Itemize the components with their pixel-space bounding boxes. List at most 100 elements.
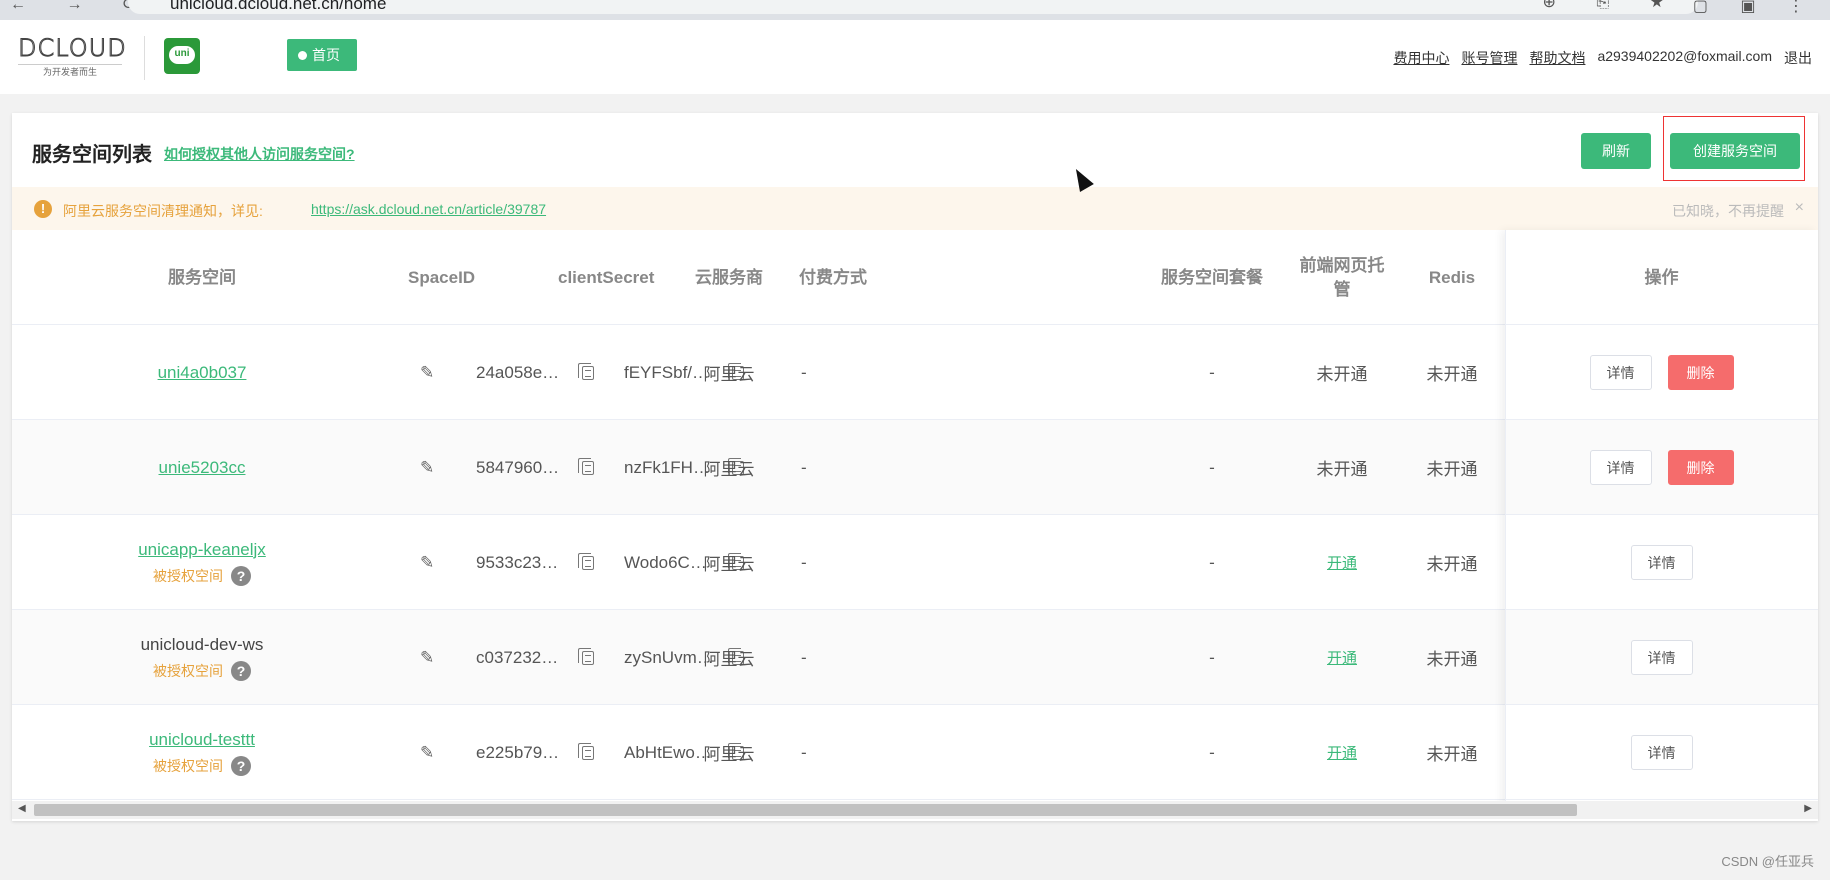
detail-button[interactable]: 详情: [1630, 640, 1693, 675]
scrollbar-thumb[interactable]: [34, 804, 1577, 816]
edit-icon[interactable]: ✎: [420, 553, 434, 573]
scroll-right-icon[interactable]: ▶: [1804, 803, 1812, 814]
site-header: DCLOUD 为开发者而生 uni 首页 费用中心 账号管理 帮助文档 a293…: [0, 20, 1830, 94]
redis-status: 未开通: [1426, 555, 1478, 574]
row-actions: 详情 删除: [1505, 325, 1818, 420]
table-row: unicapp-keaneljx 被授权空间? ✎ 9533c23… Wodo6C… 阿里…: [12, 515, 1818, 610]
copy-icon[interactable]: [578, 647, 594, 665]
service-space-card: 服务空间列表 如何授权其他人访问服务空间? 刷新 创建服务空间 ! 阿里云服务空…: [12, 113, 1818, 821]
dcloud-logo[interactable]: DCLOUD 为开发者而生: [18, 34, 128, 78]
package: -: [1209, 647, 1215, 667]
space-name-cell: uni4a0b037: [158, 363, 247, 383]
payment-method: -: [801, 457, 807, 477]
top-links: 费用中心 账号管理 帮助文档 a2939402202@foxmail.com 退…: [1393, 48, 1812, 68]
uni-logo-text: uni: [174, 48, 190, 59]
header-redis: Redis: [1428, 267, 1476, 287]
notice-dismiss[interactable]: 已知晓，不再提醒: [1672, 201, 1784, 221]
provider: 阿里云: [703, 555, 755, 574]
edit-icon[interactable]: ✎: [420, 363, 434, 383]
dot-icon: [298, 51, 307, 60]
notice-link[interactable]: https://ask.dcloud.net.cn/article/39787: [311, 201, 546, 217]
header-provider: 云服务商: [695, 267, 763, 287]
edit-icon[interactable]: ✎: [420, 458, 434, 478]
nav-home-label: 首页: [312, 47, 340, 63]
dcloud-logo-text: DCLOUD: [18, 34, 127, 63]
link-billing-center[interactable]: 费用中心: [1393, 48, 1449, 68]
copy-icon[interactable]: [578, 362, 594, 380]
space-name-cell: unicloud-testtt 被授权空间?: [149, 730, 255, 776]
detail-button[interactable]: 详情: [1589, 355, 1652, 390]
link-account-management[interactable]: 账号管理: [1461, 48, 1517, 68]
create-service-space-button[interactable]: 创建服务空间: [1670, 133, 1800, 169]
detail-button[interactable]: 详情: [1630, 545, 1693, 580]
package: -: [1209, 457, 1215, 477]
authorized-space-label: 被授权空间: [153, 567, 223, 584]
provider: 阿里云: [703, 650, 755, 669]
nav-home[interactable]: 首页: [287, 39, 357, 71]
space-name[interactable]: unicapp-keaneljx: [138, 540, 266, 560]
row-actions: 详情: [1505, 705, 1818, 800]
cleanup-notice: ! 阿里云服务空间清理通知，详见: https://ask.dcloud.net…: [12, 187, 1818, 230]
provider: 阿里云: [703, 460, 755, 479]
scroll-left-icon[interactable]: ◀: [18, 803, 26, 814]
header-hosting: 前端网页托管: [1299, 255, 1385, 299]
refresh-button[interactable]: 刷新: [1581, 133, 1651, 169]
close-icon[interactable]: ×: [1795, 199, 1804, 217]
redis-status: 未开通: [1426, 460, 1478, 479]
redis-status: 未开通: [1426, 650, 1478, 669]
provider: 阿里云: [703, 745, 755, 764]
uni-logo[interactable]: uni: [164, 38, 200, 74]
row-actions: 详情 删除: [1505, 420, 1818, 515]
table-row: unie5203cc ✎ 5847960… nzFk1FH… 阿里云 - - 未开通 未开通 详情…: [12, 420, 1818, 515]
table-row: unicloud-dev-ws 被授权空间? ✎ c037232… zySnUvm… 阿里…: [12, 610, 1818, 705]
copy-icon[interactable]: [578, 552, 594, 570]
hosting-open-link[interactable]: 开通: [1327, 647, 1357, 668]
detail-button[interactable]: 详情: [1630, 735, 1693, 770]
space-id: c037232…: [476, 647, 559, 667]
logo-divider: [144, 36, 145, 80]
detail-button[interactable]: 详情: [1589, 450, 1652, 485]
payment-method: -: [801, 742, 807, 762]
dcloud-slogan: 为开发者而生: [18, 64, 122, 78]
browser-toolbar: ← → ⟳ unicloud.dcloud.net.cn/home ⊕ ⎘ ★ …: [0, 0, 1830, 20]
hosting-open-link[interactable]: 开通: [1327, 552, 1357, 573]
authorized-space-tag: 被授权空间?: [153, 660, 251, 681]
question-icon[interactable]: ?: [231, 565, 251, 586]
authorize-help-link[interactable]: 如何授权其他人访问服务空间?: [164, 144, 355, 164]
address-text[interactable]: unicloud.dcloud.net.cn/home: [170, 0, 386, 14]
hosting-open-link[interactable]: 开通: [1327, 742, 1357, 763]
space-name-cell: unicloud-dev-ws 被授权空间?: [141, 635, 263, 681]
horizontal-scrollbar[interactable]: ◀ ▶: [12, 801, 1818, 819]
question-icon[interactable]: ?: [231, 755, 251, 776]
authorized-space-tag: 被授权空间?: [153, 565, 251, 586]
payment-method: -: [801, 552, 807, 572]
logout-link[interactable]: 退出: [1784, 48, 1812, 68]
address-bar-icons[interactable]: ⊕ ⎘ ★: [1543, 0, 1682, 12]
edit-icon[interactable]: ✎: [420, 648, 434, 668]
copy-icon[interactable]: [578, 457, 594, 475]
address-bar[interactable]: unicloud.dcloud.net.cn/home ⊕ ⎘ ★: [128, 0, 1698, 14]
delete-button[interactable]: 删除: [1667, 450, 1734, 485]
header-client-secret: clientSecret: [558, 267, 655, 287]
space-id: e225b79…: [476, 742, 560, 762]
space-name-cell: unicapp-keaneljx 被授权空间?: [138, 540, 266, 586]
warning-icon: !: [34, 200, 52, 218]
account-email: a2939402202@foxmail.com: [1597, 48, 1772, 64]
copy-icon[interactable]: [578, 742, 594, 760]
table-header: 服务空间 SpaceID clientSecret 云服务商 付费方式 服务空间…: [12, 230, 1818, 325]
space-name[interactable]: uni4a0b037: [158, 363, 247, 383]
table-row: unicloud-testtt 被授权空间? ✎ e225b79… AbHtEwo… 阿里…: [12, 705, 1818, 800]
header-payment: 付费方式: [799, 267, 867, 287]
authorized-space-label: 被授权空间: [153, 662, 223, 679]
delete-button[interactable]: 删除: [1667, 355, 1734, 390]
row-actions: 详情: [1505, 610, 1818, 705]
authorized-space-tag: 被授权空间?: [153, 755, 251, 776]
space-name[interactable]: unie5203cc: [159, 458, 246, 478]
space-name[interactable]: unicloud-testtt: [149, 730, 255, 750]
edit-icon[interactable]: ✎: [420, 743, 434, 763]
browser-window-icons[interactable]: ▢ ▣ ⋮: [1693, 0, 1818, 16]
link-help-docs[interactable]: 帮助文档: [1529, 48, 1585, 68]
question-icon[interactable]: ?: [231, 660, 251, 681]
space-id: 5847960…: [476, 457, 560, 477]
payment-method: -: [801, 647, 807, 667]
